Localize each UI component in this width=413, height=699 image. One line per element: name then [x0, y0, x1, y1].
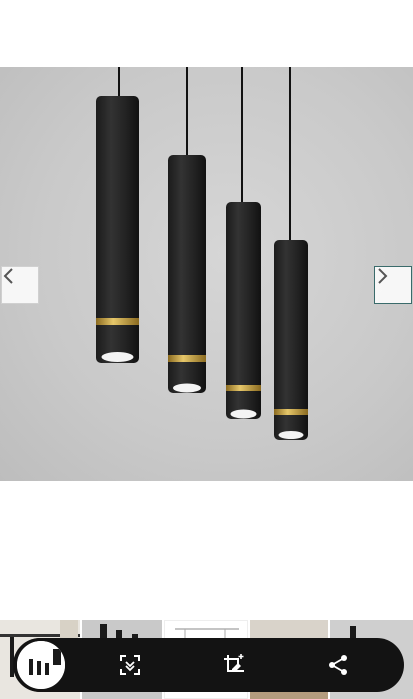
pendant-lights-illustration: [96, 67, 308, 440]
share-button[interactable]: [319, 646, 357, 684]
product-image[interactable]: [0, 67, 413, 481]
previous-image-button[interactable]: [1, 266, 39, 304]
lens-scan-icon: [120, 655, 140, 675]
chevron-left-icon: [3, 268, 13, 284]
share-icon: [329, 655, 347, 675]
chevron-right-icon: [378, 268, 388, 284]
crop-edit-icon: [224, 654, 244, 672]
lens-capture-button[interactable]: [14, 638, 68, 692]
next-image-button[interactable]: [374, 266, 412, 304]
lens-scan-button[interactable]: [111, 646, 149, 684]
crop-edit-button[interactable]: [215, 646, 253, 684]
lens-toolbar: [13, 638, 404, 692]
lens-preview-image: [17, 641, 65, 689]
